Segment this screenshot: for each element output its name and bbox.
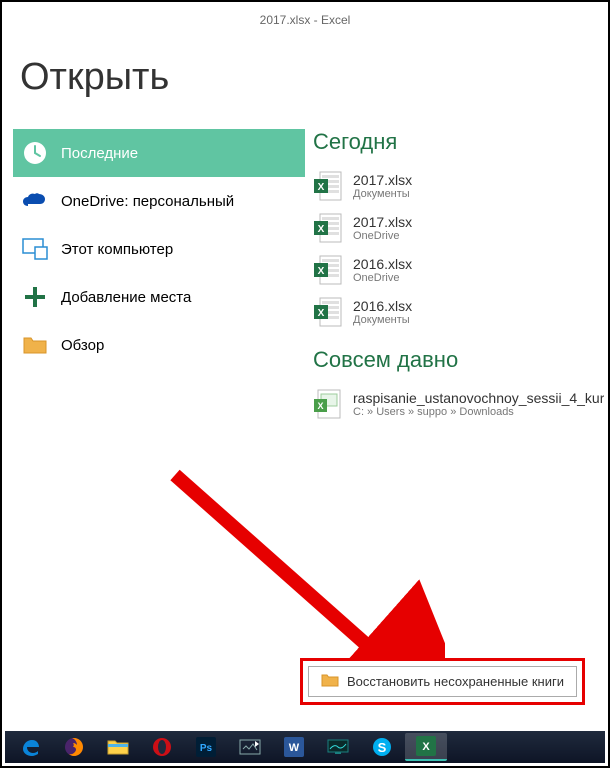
pc-icon <box>21 235 49 263</box>
excel-open-backstage: 2017.xlsx - Excel Открыть Последние OneD… <box>5 5 605 763</box>
xlsx-icon: X <box>313 255 343 285</box>
clock-icon <box>21 139 49 167</box>
page-title: Открыть <box>5 31 605 129</box>
file-path: Документы <box>353 188 412 200</box>
window-title: 2017.xlsx - Excel <box>5 5 605 31</box>
xlsx-icon: X <box>313 297 343 327</box>
svg-text:S: S <box>378 740 387 755</box>
folder-icon <box>21 331 49 359</box>
svg-text:X: X <box>318 182 325 193</box>
file-item[interactable]: X 2016.xlsx Документы <box>313 291 605 333</box>
file-item[interactable]: X 2017.xlsx Документы <box>313 165 605 207</box>
sidebar-item-this-pc[interactable]: Этот компьютер <box>13 225 305 273</box>
xls-icon: X <box>313 389 343 419</box>
file-item[interactable]: X raspisanie_ustanovochnoy_sessii_4_kur … <box>313 383 605 425</box>
sidebar-item-onedrive[interactable]: OneDrive: персональный <box>13 177 305 225</box>
file-name: raspisanie_ustanovochnoy_sessii_4_kur <box>353 390 604 406</box>
sidebar-item-label: Последние <box>61 145 138 162</box>
svg-text:Ps: Ps <box>200 743 213 754</box>
taskbar-item-explorer[interactable] <box>97 733 139 761</box>
svg-text:X: X <box>318 266 325 277</box>
section-header-longago: Совсем давно <box>313 347 605 373</box>
sidebar-item-label: Добавление места <box>61 289 191 306</box>
sidebar-item-label: OneDrive: персональный <box>61 193 234 210</box>
file-path: OneDrive <box>353 272 412 284</box>
taskbar-item-skype[interactable]: S <box>361 733 403 761</box>
svg-text:X: X <box>317 401 323 411</box>
taskbar-item-firefox[interactable] <box>53 733 95 761</box>
onedrive-icon <box>21 187 49 215</box>
plus-icon <box>21 283 49 311</box>
section-header-today: Сегодня <box>313 129 605 155</box>
sidebar-item-label: Этот компьютер <box>61 241 173 258</box>
file-name: 2016.xlsx <box>353 298 412 314</box>
taskbar-item-show-desktop[interactable] <box>229 733 271 761</box>
file-item[interactable]: X 2016.xlsx OneDrive <box>313 249 605 291</box>
taskbar-item-monitor[interactable] <box>317 733 359 761</box>
sidebar-item-recent[interactable]: Последние <box>13 129 305 177</box>
taskbar-item-word[interactable]: W <box>273 733 315 761</box>
xlsx-icon: X <box>313 213 343 243</box>
taskbar-item-excel[interactable]: X <box>405 733 447 761</box>
sidebar-item-label: Обзор <box>61 337 104 354</box>
sidebar-item-add-place[interactable]: Добавление места <box>13 273 305 321</box>
svg-text:X: X <box>422 741 430 753</box>
file-name: 2016.xlsx <box>353 256 412 272</box>
svg-text:W: W <box>289 742 300 754</box>
open-sidebar: Последние OneDrive: персональный Этот ко… <box>5 129 305 425</box>
taskbar-item-opera[interactable] <box>141 733 183 761</box>
file-path: Документы <box>353 314 412 326</box>
recover-highlight: Восстановить несохраненные книги <box>300 658 585 705</box>
file-name: 2017.xlsx <box>353 172 412 188</box>
file-path: C: » Users » suppo » Downloads <box>353 406 604 418</box>
taskbar: Ps W S X <box>5 731 605 763</box>
recent-files-panel: Сегодня X 2017.xlsx Документы X 2017.xls… <box>305 129 605 425</box>
svg-text:X: X <box>318 224 325 235</box>
xlsx-icon: X <box>313 171 343 201</box>
svg-text:X: X <box>318 308 325 319</box>
taskbar-item-edge[interactable] <box>9 733 51 761</box>
sidebar-item-browse[interactable]: Обзор <box>13 321 305 369</box>
folder-icon <box>321 673 339 690</box>
recover-label: Восстановить несохраненные книги <box>347 674 564 689</box>
file-item[interactable]: X 2017.xlsx OneDrive <box>313 207 605 249</box>
file-name: 2017.xlsx <box>353 214 412 230</box>
taskbar-item-photoshop[interactable]: Ps <box>185 733 227 761</box>
recover-unsaved-button[interactable]: Восстановить несохраненные книги <box>308 666 577 697</box>
file-path: OneDrive <box>353 230 412 242</box>
